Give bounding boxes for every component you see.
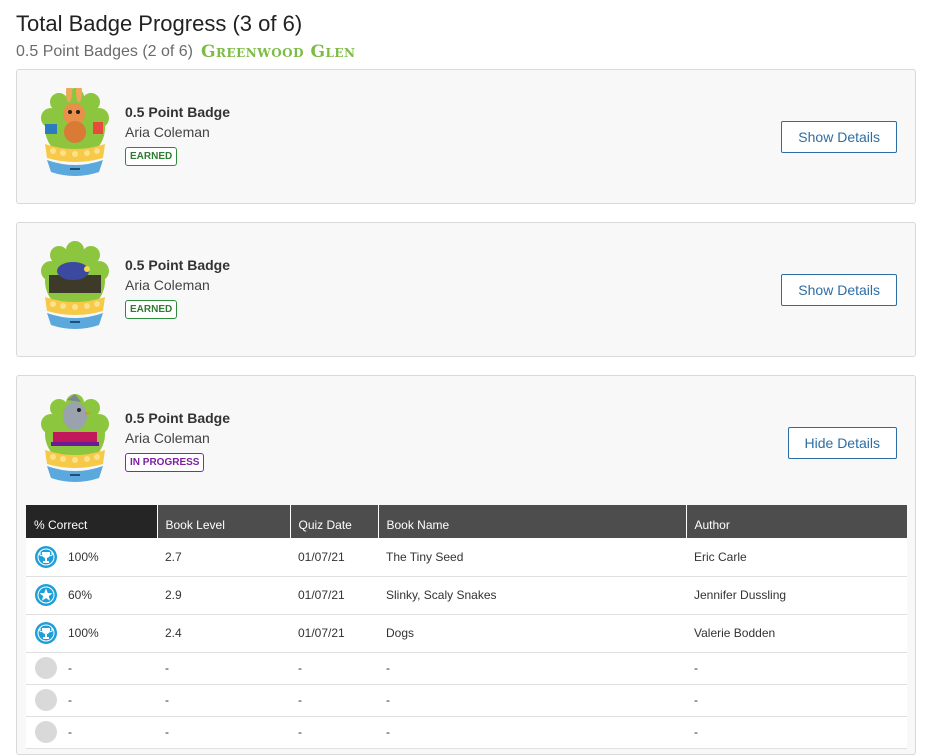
badge-card: 0.5 Point Badge Aria Coleman EARNED Show…: [16, 222, 916, 357]
author: Eric Carle: [686, 538, 907, 577]
book-name: Slinky, Scaly Snakes: [378, 576, 686, 615]
book-name: The Tiny Seed: [378, 538, 686, 577]
badge-title: 0.5 Point Badge: [125, 104, 231, 120]
quiz-date: -: [290, 716, 378, 749]
percent-correct: 100%: [68, 549, 99, 564]
table-header-row: % Correct Book Level Quiz Date Book Name…: [26, 505, 907, 538]
status-badge: EARNED: [125, 147, 178, 166]
trophy-icon: [34, 621, 58, 645]
quiz-date: 01/07/21: [290, 576, 378, 615]
badge-card: 0.5 Point Badge Aria Coleman IN PROGRESS…: [16, 375, 916, 755]
col-quiz-date[interactable]: Quiz Date: [289, 505, 378, 538]
empty-circle-icon: [34, 656, 58, 680]
badge-card: 0.5 Point Badge Aria Coleman EARNED Show…: [16, 69, 916, 204]
badge-count-subtitle: 0.5 Point Badges (2 of 6): [16, 43, 193, 60]
star-icon: [34, 583, 58, 607]
author: -: [686, 716, 907, 749]
quiz-results-table: % Correct Book Level Quiz Date Book Name…: [26, 505, 907, 749]
table-row: 100% 2.7 01/07/21 The Tiny Seed Eric Car…: [26, 538, 907, 577]
percent-correct: -: [68, 661, 72, 675]
card-info: 0.5 Point Badge Aria Coleman EARNED: [125, 257, 230, 319]
percent-correct: 60%: [68, 588, 93, 602]
student-name: Aria Coleman: [125, 277, 210, 293]
collection-logo: Greenwood Glen: [201, 42, 356, 62]
author: Jennifer Dussling: [686, 576, 907, 615]
author: -: [686, 684, 907, 717]
subtitle-row: 0.5 Point Badges (2 of 6) Greenwood Glen: [16, 42, 356, 62]
book-level: 2.9: [157, 576, 290, 615]
hide-details-button[interactable]: Hide Details: [787, 427, 897, 459]
author: Valerie Bodden: [686, 614, 907, 653]
book-name: -: [378, 652, 686, 685]
student-name: Aria Coleman: [125, 124, 210, 140]
student-name: Aria Coleman: [125, 430, 210, 446]
quiz-date: -: [290, 652, 378, 685]
book-level: -: [157, 716, 290, 749]
table-row: - - - - -: [26, 652, 907, 685]
rabbit-badge-icon: [37, 82, 113, 180]
bird-badge-icon: [37, 394, 113, 486]
table-row: - - - - -: [26, 716, 907, 749]
show-details-button[interactable]: Show Details: [781, 274, 897, 306]
book-level: -: [157, 684, 290, 717]
badge-title: 0.5 Point Badge: [125, 257, 231, 273]
percent-correct: 100%: [68, 626, 99, 640]
book-level: -: [157, 652, 290, 685]
book-name: Dogs: [378, 614, 686, 653]
quiz-date: 01/07/21: [290, 538, 378, 577]
quiz-date: -: [290, 684, 378, 717]
bug-badge-icon: [37, 241, 113, 333]
empty-circle-icon: [34, 720, 58, 744]
book-level: 2.7: [157, 538, 290, 577]
percent-correct: -: [68, 725, 72, 739]
percent-correct: -: [68, 693, 72, 707]
status-badge: EARNED: [125, 300, 178, 319]
card-info: 0.5 Point Badge Aria Coleman EARNED: [125, 104, 230, 166]
book-name: -: [378, 716, 686, 749]
quiz-date: 01/07/21: [290, 614, 378, 653]
col-percent-correct[interactable]: % Correct: [26, 505, 157, 538]
author: -: [686, 652, 907, 685]
col-author[interactable]: Author: [685, 505, 907, 538]
table-row: - - - - -: [26, 684, 907, 717]
badge-title: 0.5 Point Badge: [125, 410, 231, 426]
empty-circle-icon: [34, 688, 58, 712]
show-details-button[interactable]: Show Details: [781, 121, 897, 153]
table-row: 100% 2.4 01/07/21 Dogs Valerie Bodden: [26, 614, 907, 653]
trophy-icon: [34, 545, 58, 569]
status-badge: IN PROGRESS: [125, 453, 205, 472]
page-title: Total Badge Progress (3 of 6): [16, 11, 303, 36]
book-level: 2.4: [157, 614, 290, 653]
card-info: 0.5 Point Badge Aria Coleman IN PROGRESS: [125, 410, 230, 472]
col-book-name[interactable]: Book Name: [377, 505, 686, 538]
table-row: 60% 2.9 01/07/21 Slinky, Scaly Snakes Je…: [26, 576, 907, 615]
book-name: -: [378, 684, 686, 717]
col-book-level[interactable]: Book Level: [156, 505, 290, 538]
